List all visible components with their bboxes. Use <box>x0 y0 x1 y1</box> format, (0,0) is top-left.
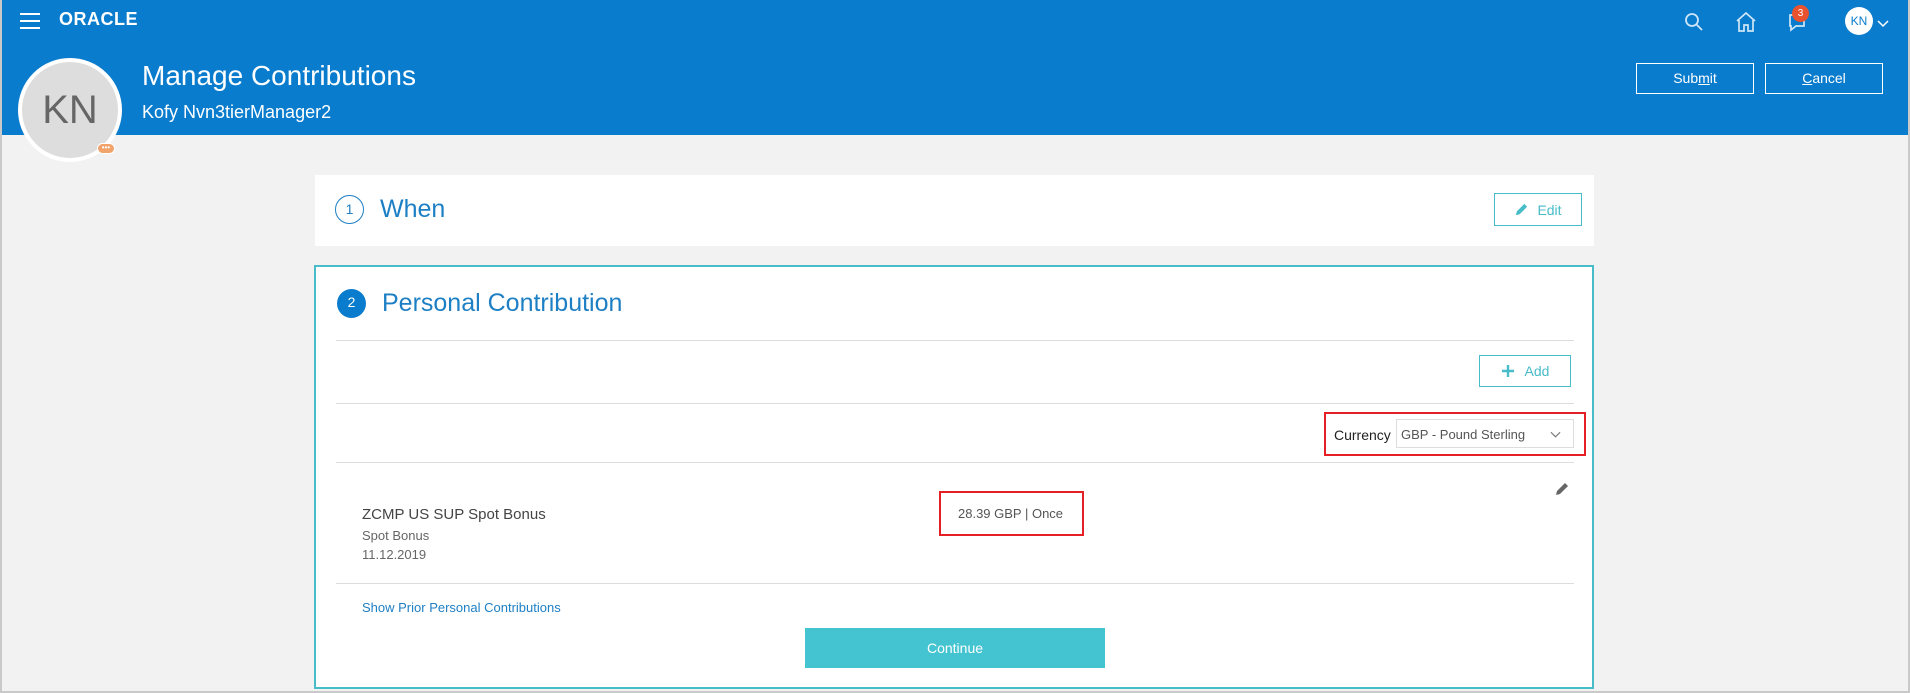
person-name: Kofy Nvn3tierManager2 <box>142 102 332 122</box>
page-title: Manage Contributions <box>142 60 416 91</box>
hamburger-menu-icon[interactable] <box>20 13 40 29</box>
currency-value: GBP - Pound Sterling <box>1401 427 1526 442</box>
user-avatar[interactable]: KN <box>1845 7 1873 35</box>
contribution-amount: 28.39 GBP | Once <box>958 506 1064 521</box>
contribution-date: 11.12.2019 <box>362 547 427 562</box>
continue-button[interactable]: Continue <box>805 628 1105 668</box>
contribution-type: Spot Bonus <box>362 528 430 543</box>
step-number: 2 <box>337 289 366 318</box>
chevron-down-icon <box>1550 431 1561 438</box>
divider <box>336 462 1574 463</box>
home-icon[interactable] <box>1733 9 1759 35</box>
more-options-icon[interactable]: ••• <box>97 143 115 154</box>
contribution-name: ZCMP US SUP Spot Bonus <box>362 506 546 523</box>
pencil-icon <box>1516 203 1528 215</box>
currency-label: Currency <box>1334 427 1391 443</box>
edit-button[interactable]: Edit <box>1494 193 1582 226</box>
section-title: Personal Contribution <box>382 289 623 317</box>
edit-contribution-pencil-icon[interactable] <box>1554 481 1572 499</box>
notification-badge: 3 <box>1792 5 1809 22</box>
section-title: When <box>380 195 446 223</box>
add-button[interactable]: Add <box>1479 355 1571 387</box>
show-prior-contributions-link[interactable]: Show Prior Personal Contributions <box>362 600 561 615</box>
chevron-down-icon[interactable] <box>1877 16 1889 28</box>
divider <box>336 340 1574 341</box>
personal-contribution-section: 2 Personal Contribution Add Currency GBP… <box>314 265 1594 689</box>
step-number: 1 <box>335 195 364 224</box>
submit-button[interactable]: Submit <box>1636 63 1754 94</box>
top-navigation-bar: ORACLE 3 KN <box>0 0 1910 44</box>
when-section: 1 When Edit <box>315 175 1594 246</box>
cancel-button[interactable]: Cancel <box>1765 63 1883 94</box>
currency-select[interactable]: GBP - Pound Sterling <box>1396 419 1574 448</box>
divider <box>336 403 1574 404</box>
plus-icon <box>1501 365 1514 377</box>
oracle-logo[interactable]: ORACLE <box>59 9 138 30</box>
search-icon[interactable] <box>1681 9 1707 35</box>
divider <box>336 583 1574 584</box>
